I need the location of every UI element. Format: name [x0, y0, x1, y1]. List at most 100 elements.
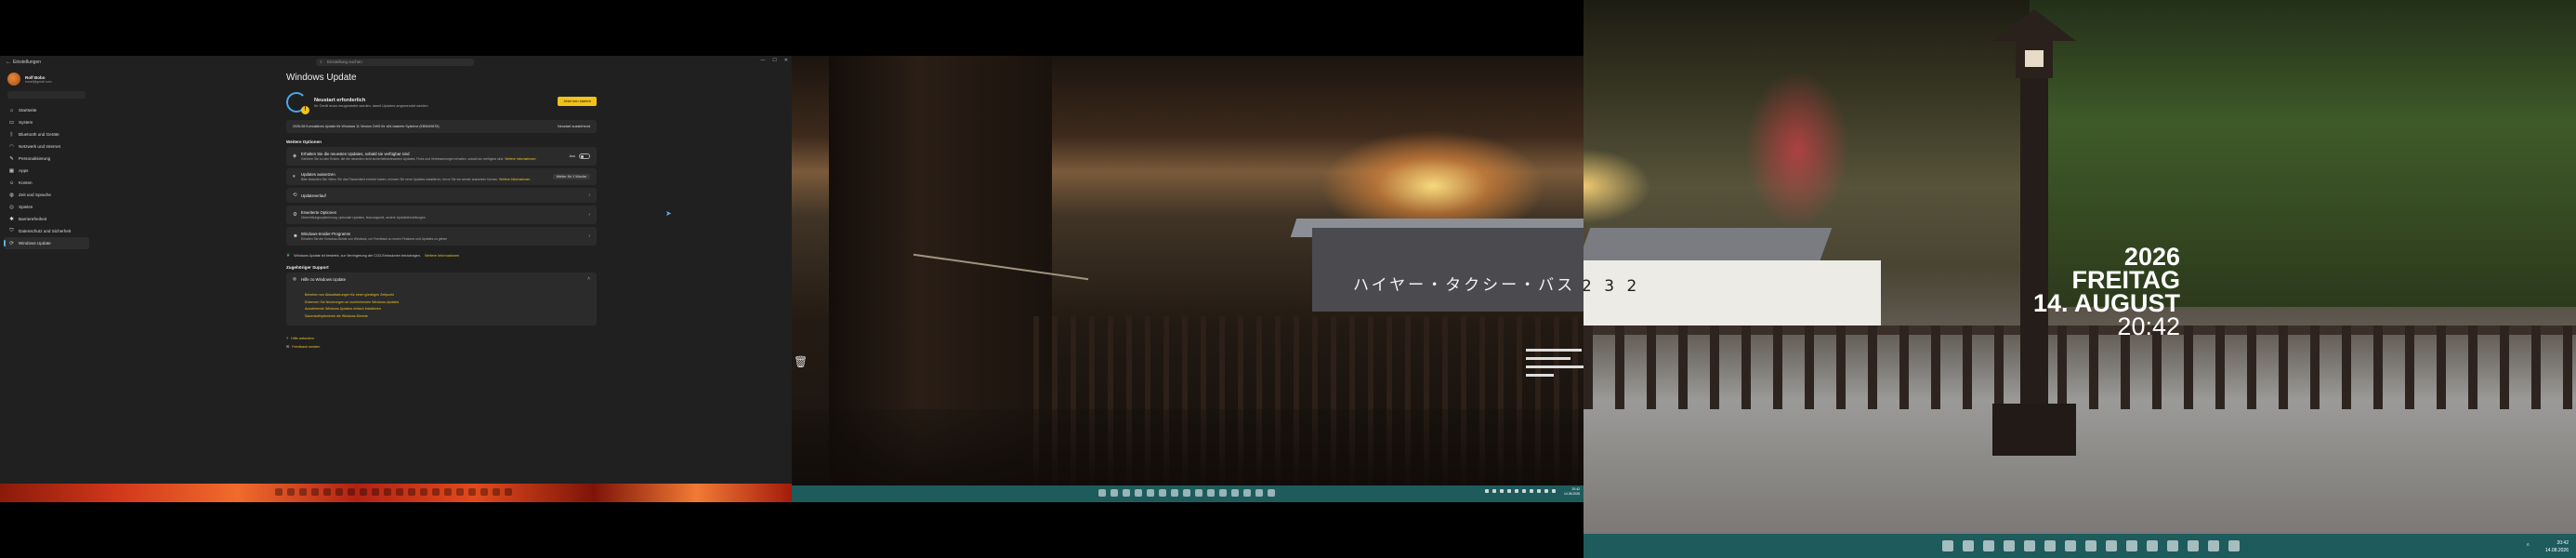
tray-icon[interactable]	[1544, 489, 1548, 493]
tray-icon[interactable]	[1515, 489, 1518, 493]
app-icon[interactable]	[420, 488, 427, 496]
app-icon[interactable]	[432, 488, 440, 496]
app-icon[interactable]	[2147, 540, 2158, 551]
chevron-up-icon[interactable]: ˄	[2526, 543, 2530, 549]
tray-icon[interactable]	[1507, 489, 1511, 493]
minimize-icon[interactable]: —	[760, 58, 765, 63]
help-link[interactable]: Sauerstoffoptimieren die Windows-Dienste	[305, 314, 597, 318]
advanced-options-card[interactable]: ⚙ Erweiterte Optionen Übermittlungsoptim…	[286, 206, 597, 224]
start-icon[interactable]	[275, 488, 283, 496]
sidebar-item-startseite[interactable]: ⌂ Startseite	[0, 104, 93, 116]
sidebar-item-windows-update[interactable]: ⟳ Windows Update	[4, 237, 89, 249]
app-icon[interactable]	[2167, 540, 2178, 551]
app-icon[interactable]	[2085, 540, 2096, 551]
recycle-bin-icon[interactable]: 🗑	[794, 355, 808, 368]
sidebar-item-time-language[interactable]: ◍ Zeit und Sprache	[0, 189, 93, 201]
app-icon[interactable]	[1183, 489, 1190, 497]
app-icon[interactable]	[1159, 489, 1166, 497]
app-icon[interactable]	[372, 488, 379, 496]
get-help-link[interactable]: ? Hilfe anfordern	[286, 337, 597, 340]
app-icon[interactable]	[396, 488, 403, 496]
insider-program-card[interactable]: ☻ Windows-Insider-Programm Erhalten Sie …	[286, 227, 597, 246]
settings-icon[interactable]	[360, 488, 367, 496]
tray-icon[interactable]	[1530, 489, 1533, 493]
app-icon[interactable]	[1219, 489, 1227, 497]
app-icon[interactable]	[2065, 540, 2076, 551]
app-icon[interactable]	[505, 488, 512, 496]
tray-icon[interactable]	[1552, 489, 1556, 493]
restart-now-button[interactable]: Jetzt neu starten	[558, 97, 597, 106]
help-link[interactable]: Erkennen Sie Neuerungen an zunehmenden W…	[305, 300, 597, 304]
explorer-icon[interactable]	[1135, 489, 1142, 497]
help-expander[interactable]: ◍ Hilfe zu Windows Update ˄	[286, 272, 597, 286]
app-icon[interactable]	[2208, 540, 2219, 551]
sidebar-item-apps[interactable]: ▦ Apps	[0, 165, 93, 177]
tray-icon[interactable]	[1500, 489, 1504, 493]
sidebar-item-network[interactable]: ◠ Netzwerk und Internet	[0, 140, 93, 153]
sidebar-item-accessibility[interactable]: ✱ Barrierefreiheit	[0, 213, 93, 225]
task-view-icon[interactable]	[1983, 540, 1994, 551]
app-icon[interactable]	[384, 488, 391, 496]
app-icon[interactable]	[456, 488, 464, 496]
app-icon[interactable]	[493, 488, 500, 496]
back-arrow-icon[interactable]: ←	[6, 60, 13, 65]
app-icon[interactable]	[1207, 489, 1215, 497]
app-icon[interactable]	[408, 488, 415, 496]
close-icon[interactable]: ✕	[784, 58, 788, 63]
tray-icon[interactable]	[1522, 489, 1526, 493]
maximize-icon[interactable]: ☐	[772, 58, 776, 63]
user-profile[interactable]: Rolf Bobo email@gmail.com	[0, 69, 93, 89]
tray-icon[interactable]	[1537, 489, 1541, 493]
app-icon[interactable]	[1268, 489, 1275, 497]
taskbar-clock[interactable]: 20:42 14.08.2026	[1564, 487, 1580, 497]
sidebar-item-bluetooth[interactable]: ᛒ Bluetooth und Geräte	[0, 128, 93, 140]
browser-icon[interactable]	[1147, 489, 1154, 497]
app-icon[interactable]	[2044, 540, 2056, 551]
app-icon[interactable]	[1255, 489, 1263, 497]
sidebar-item-accounts[interactable]: ☺ Konten	[0, 177, 93, 189]
app-icon[interactable]	[2188, 540, 2199, 551]
sidebar-search-input[interactable]	[7, 91, 85, 99]
feedback-link[interactable]: ✉ Feedback senden	[286, 344, 597, 349]
taskbar-clock[interactable]: 20:42 14.08.2026	[2545, 539, 2569, 554]
explorer-icon[interactable]	[311, 488, 319, 496]
help-link[interactable]: Beheben von Aktualisierungen für einen g…	[305, 293, 597, 297]
app-icon[interactable]	[2228, 540, 2240, 551]
app-icon[interactable]	[1243, 489, 1251, 497]
sidebar-item-system[interactable]: ▭ System	[0, 116, 93, 128]
store-icon[interactable]	[335, 488, 343, 496]
sidebar-item-personalization[interactable]: ✎ Personalisierung	[0, 153, 93, 165]
browser-icon[interactable]	[2024, 540, 2035, 551]
task-view-icon[interactable]	[299, 488, 307, 496]
pause-duration-select[interactable]: Weiter für 1 Woche	[552, 174, 590, 179]
start-icon[interactable]	[1098, 489, 1106, 497]
pause-updates-link[interactable]: Weitere Informationen	[499, 178, 530, 181]
start-icon[interactable]	[1942, 540, 1953, 551]
tray-icon[interactable]	[1485, 489, 1489, 493]
sidebar-item-gaming[interactable]: ◎ Spielen	[0, 201, 93, 213]
latest-updates-card[interactable]: ◈ Erhalten Sie die neuesten Updates, sob…	[286, 147, 597, 166]
app-icon[interactable]	[1195, 489, 1203, 497]
latest-updates-link[interactable]: Weitere Informationen	[505, 157, 535, 161]
sidebar-item-privacy[interactable]: ⛉ Datenschutz und Sicherheit	[0, 225, 93, 237]
app-icon[interactable]	[480, 488, 488, 496]
app-icon[interactable]	[468, 488, 476, 496]
app-icon[interactable]	[2126, 540, 2137, 551]
carbon-link[interactable]: Weitere Informationen	[425, 254, 459, 258]
latest-updates-toggle[interactable]	[579, 153, 590, 159]
app-icon[interactable]	[1231, 489, 1239, 497]
help-link[interactable]: Ausstehende Windows-Updates einfach inst…	[305, 307, 597, 311]
app-icon[interactable]	[2106, 540, 2117, 551]
task-view-icon[interactable]	[1123, 489, 1130, 497]
mail-icon[interactable]	[348, 488, 355, 496]
search-icon[interactable]	[287, 488, 295, 496]
settings-search-input[interactable]: ⌕ Einstellung suchen	[316, 59, 474, 66]
update-history-card[interactable]: ⟲ Updateverlauf ›	[286, 188, 597, 203]
app-icon[interactable]	[444, 488, 452, 496]
tray-icon[interactable]	[1492, 489, 1496, 493]
explorer-icon[interactable]	[2004, 540, 2015, 551]
search-icon[interactable]	[1963, 540, 1974, 551]
app-icon[interactable]	[1171, 489, 1178, 497]
search-icon[interactable]	[1111, 489, 1118, 497]
browser-icon[interactable]	[323, 488, 331, 496]
